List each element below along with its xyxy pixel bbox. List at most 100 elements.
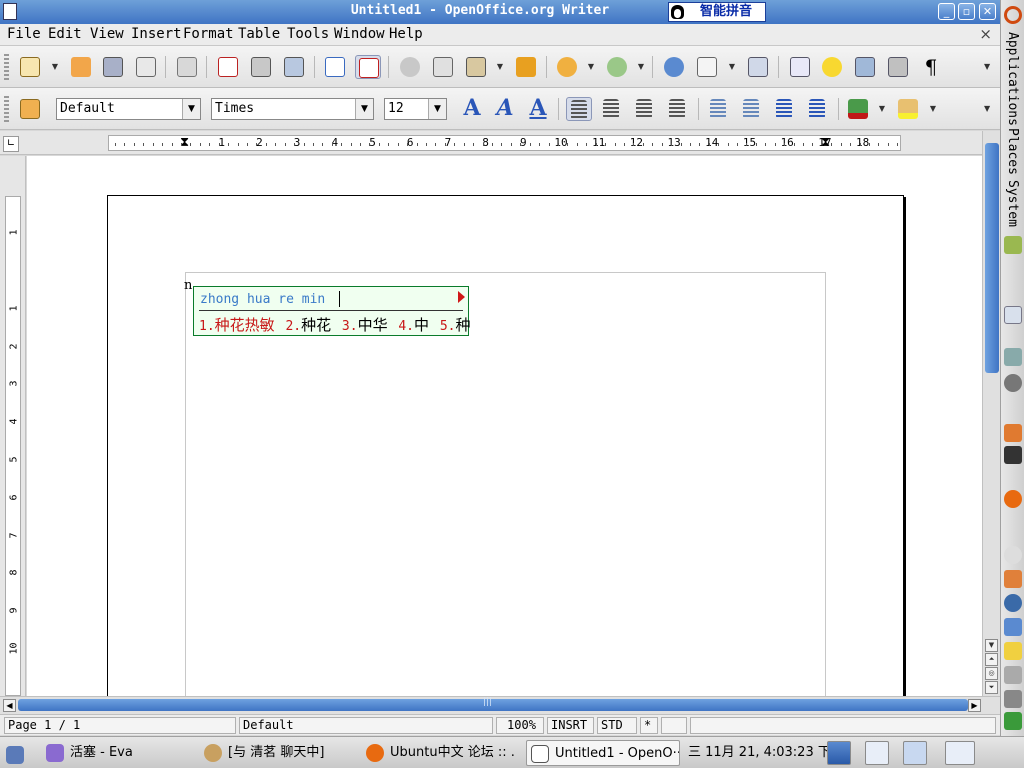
ubuntu-logo-icon[interactable] — [1004, 6, 1022, 24]
hyperlink-button[interactable] — [661, 55, 687, 79]
scroll-left-arrow-icon[interactable]: ◀ — [3, 699, 16, 712]
stardict-launcher-icon[interactable] — [1004, 306, 1022, 324]
network-status-icon[interactable] — [1004, 594, 1022, 612]
close-document-icon[interactable]: × — [979, 25, 992, 43]
menu-help[interactable]: Help — [389, 26, 423, 42]
spellcheck-button[interactable] — [322, 55, 348, 79]
align-center-button[interactable] — [599, 97, 625, 121]
highlighting-button[interactable] — [895, 97, 921, 121]
justify-button[interactable] — [665, 97, 691, 121]
decrease-indent-button[interactable] — [772, 97, 798, 121]
next-page-arrow-icon[interactable] — [458, 291, 465, 303]
display-icon[interactable] — [1004, 618, 1022, 636]
toolbar-grip[interactable] — [4, 96, 9, 122]
export-pdf-button[interactable] — [215, 55, 241, 79]
toolbar-overflow-arrow[interactable]: ▼ — [984, 56, 994, 78]
status-insert-mode[interactable]: INSRT — [547, 717, 594, 734]
workspace-2-icon[interactable] — [903, 741, 927, 765]
ime-candidate[interactable]: 5.种 — [440, 314, 471, 335]
print-button[interactable] — [248, 55, 274, 79]
scroll-down-arrow-icon[interactable]: ▼ — [985, 639, 998, 652]
next-page-icon[interactable]: ⏷ — [985, 681, 998, 694]
previous-page-icon[interactable]: ⏶ — [985, 653, 998, 666]
taskbar-task[interactable]: 活塞 - Eva — [46, 740, 196, 766]
undo-button[interactable] — [554, 55, 580, 79]
scroll-right-arrow-icon[interactable]: ▶ — [968, 699, 981, 712]
volume-icon[interactable] — [1004, 690, 1022, 708]
table-button[interactable] — [694, 55, 720, 79]
redo-dropdown-arrow[interactable]: ▼ — [636, 55, 646, 79]
email-button[interactable] — [133, 55, 159, 79]
numbering-button[interactable] — [706, 97, 732, 121]
paragraph-style-combo[interactable]: Default ▼ — [56, 98, 201, 120]
ime-candidate[interactable]: 2.种花 — [285, 314, 331, 335]
notes-launcher-icon[interactable] — [1004, 236, 1022, 254]
status-zoom[interactable]: 100% — [496, 717, 544, 734]
bullets-button[interactable] — [739, 97, 765, 121]
toolbar-grip[interactable] — [4, 54, 9, 80]
redo-button[interactable] — [604, 55, 630, 79]
menu-table[interactable]: Table — [238, 26, 280, 42]
menu-edit[interactable]: Edit — [48, 26, 82, 42]
font-size-combo[interactable]: 12 ▼ — [384, 98, 447, 120]
menu-insert[interactable]: Insert — [131, 26, 182, 42]
styles-formatting-button[interactable] — [17, 97, 43, 121]
edit-file-button[interactable] — [174, 55, 200, 79]
paste-button[interactable] — [463, 55, 489, 79]
ime-candidate[interactable]: 4.中 — [398, 314, 429, 335]
italic-button[interactable]: A — [492, 97, 518, 121]
right-indent-marker[interactable]: ⧗ — [821, 136, 831, 150]
terminal-launcher-icon[interactable] — [1004, 446, 1022, 464]
font-name-combo[interactable]: Times ▼ — [211, 98, 374, 120]
running-man-icon[interactable] — [1004, 712, 1022, 730]
open-button[interactable] — [68, 55, 94, 79]
ime-candidate[interactable]: 1.种花热敏 — [199, 314, 275, 335]
find-replace-button[interactable] — [787, 55, 813, 79]
highlighting-dropdown-arrow[interactable]: ▼ — [928, 97, 938, 121]
copy-button[interactable] — [430, 55, 456, 79]
show-draw-functions-button[interactable] — [745, 55, 771, 79]
taskbar-task-active[interactable]: Untitled1 - OpenO··· — [526, 740, 680, 766]
vertical-scroll-thumb[interactable] — [985, 143, 999, 373]
taskbar-task[interactable]: [与 清茗 聊天中] — [204, 740, 356, 766]
undo-dropdown-arrow[interactable]: ▼ — [586, 55, 596, 79]
calculator-launcher-icon[interactable] — [1004, 348, 1022, 366]
clone-formatting-button[interactable] — [513, 55, 539, 79]
save-button[interactable] — [100, 55, 126, 79]
new-document-button[interactable] — [17, 55, 43, 79]
files-launcher-icon[interactable] — [1004, 424, 1022, 442]
navigator-button[interactable] — [819, 55, 845, 79]
bold-button[interactable]: A — [459, 97, 485, 121]
chevron-down-icon[interactable]: ▼ — [355, 99, 373, 119]
status-page[interactable]: Page 1 / 1 — [4, 717, 236, 734]
show-desktop-button[interactable] — [2, 740, 30, 766]
new-dropdown-arrow[interactable]: ▼ — [50, 55, 60, 79]
chevron-down-icon[interactable]: ▼ — [182, 99, 200, 119]
table-dropdown-arrow[interactable]: ▼ — [727, 55, 737, 79]
notes-applet-icon[interactable] — [1004, 642, 1022, 660]
taskbar-task[interactable]: Ubuntu中文 论坛 :: ... — [366, 740, 516, 766]
font-color-dropdown-arrow[interactable]: ▼ — [877, 97, 887, 121]
firefox-launcher-icon[interactable] — [1004, 490, 1022, 508]
cut-button[interactable] — [397, 55, 423, 79]
navigation-icon[interactable]: ◎ — [985, 667, 998, 680]
trash-icon[interactable] — [827, 741, 851, 765]
tab-type-selector[interactable]: ∟ — [3, 136, 19, 152]
status-page-style[interactable]: Default — [239, 717, 493, 734]
toolbar-overflow-arrow[interactable]: ▼ — [984, 98, 994, 120]
close-window-button[interactable]: ✕ — [979, 3, 996, 20]
paste-dropdown-arrow[interactable]: ▼ — [495, 55, 505, 79]
user-status-icon[interactable] — [1004, 570, 1022, 588]
chevron-down-icon[interactable]: ▼ — [428, 99, 446, 119]
menu-view[interactable]: View — [90, 26, 124, 42]
page-preview-button[interactable] — [281, 55, 307, 79]
horizontal-ruler[interactable]: ⧗ 1 2 3 4 5 6 7 8 9 10 11 12 13 14 15 16 17 18 ⧗ — [108, 135, 901, 151]
clock-applet-icon[interactable] — [1004, 546, 1022, 564]
system-menu[interactable]: System — [1005, 180, 1020, 227]
horizontal-scrollbar[interactable]: ◀ ▶ — [0, 696, 1000, 714]
align-left-button[interactable] — [566, 97, 592, 121]
workspace-3-icon[interactable] — [945, 741, 975, 765]
vertical-ruler[interactable]: 1 1 2 3 4 5 6 7 8 9 10 — [5, 196, 21, 696]
status-selection-mode[interactable]: STD — [597, 717, 637, 734]
clock[interactable]: 三 11月 21, 4:03:23 下午 — [688, 740, 844, 766]
